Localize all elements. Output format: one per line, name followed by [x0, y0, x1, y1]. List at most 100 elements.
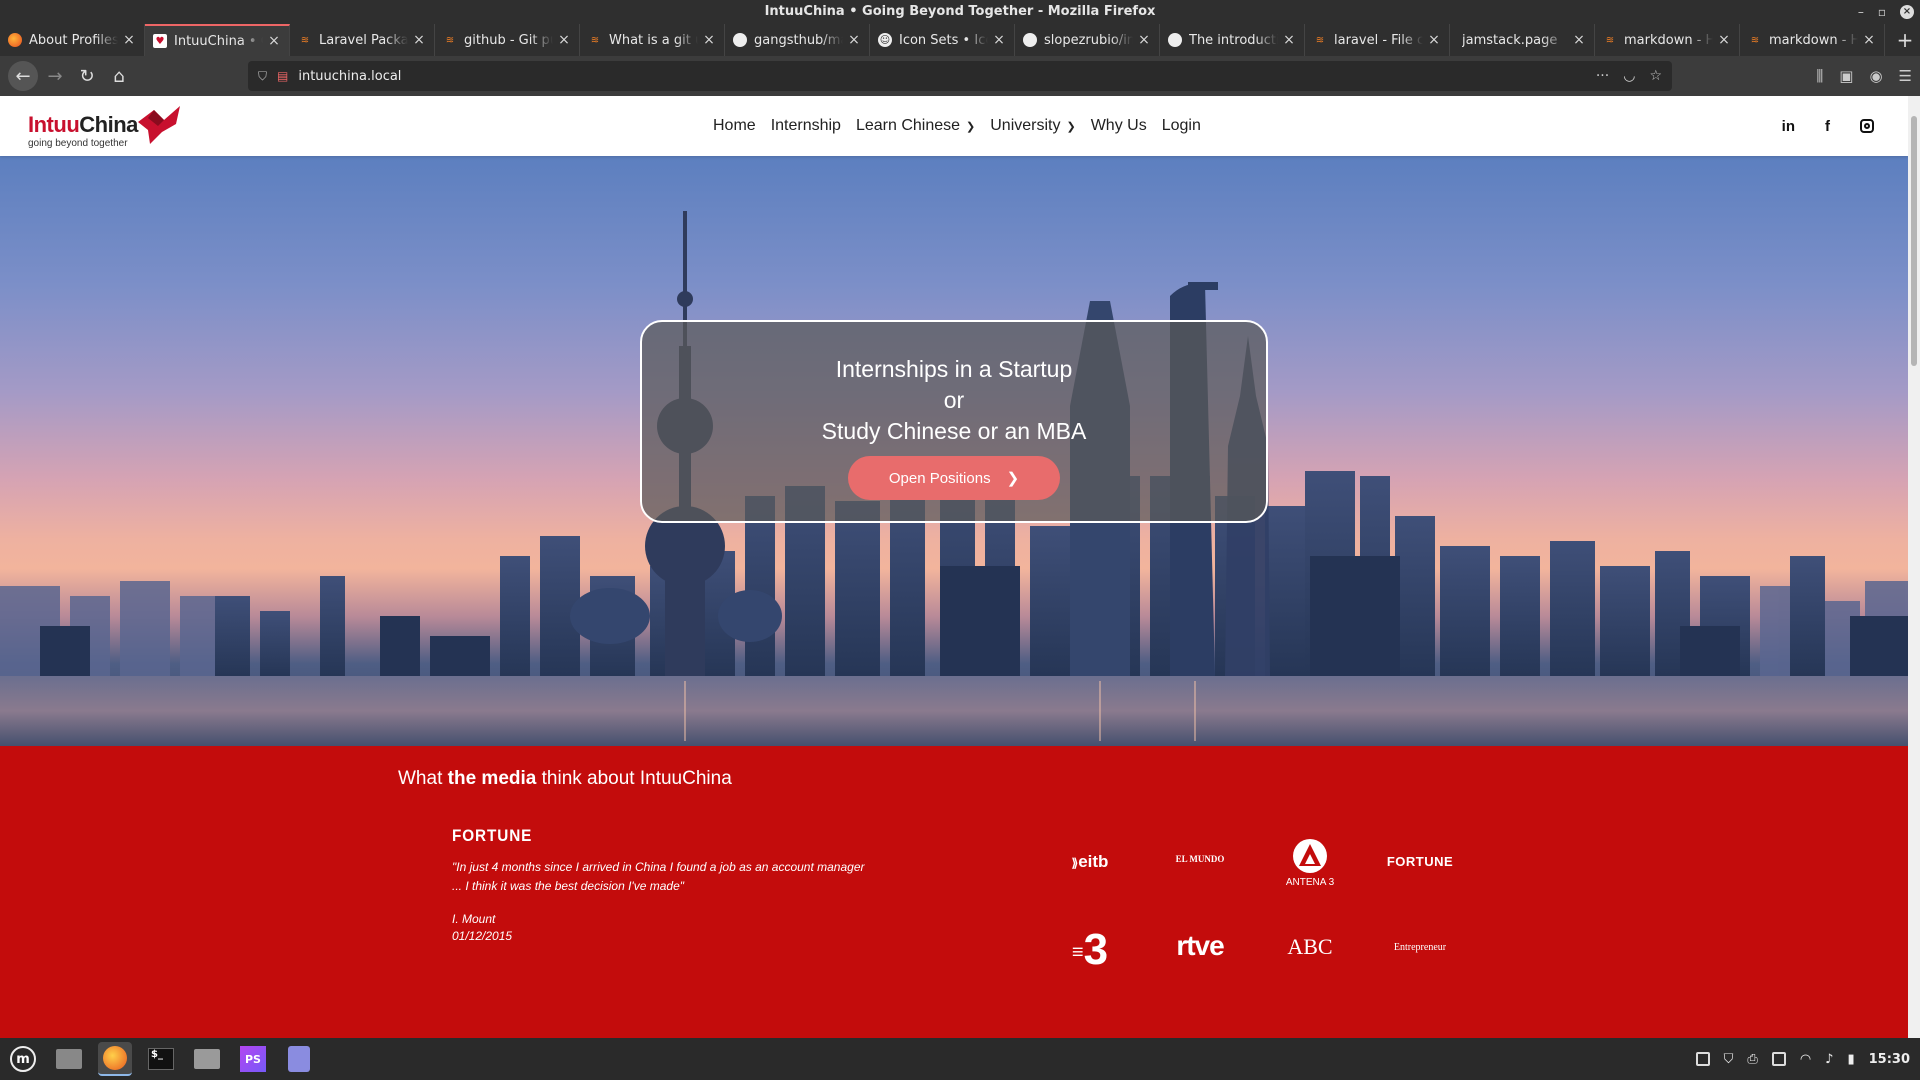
tab-label: IntuuChina • Going Beyond Together	[174, 33, 263, 49]
close-tab-icon[interactable]: ×	[557, 32, 571, 48]
tab-label: gangsthub/markdown	[754, 32, 843, 48]
bookmark-star-icon[interactable]: ☆	[1649, 68, 1662, 84]
entrepreneur-logo[interactable]: Entrepreneur	[1365, 942, 1475, 953]
abc-logo[interactable]: ABC	[1255, 934, 1365, 960]
browser-tab[interactable]: ≋ Laravel Package ×	[290, 24, 435, 56]
account-icon[interactable]: ◉	[1869, 67, 1882, 85]
browser-tab[interactable]: ≋ markdown - How ×	[1595, 24, 1740, 56]
tab-label: markdown - How	[1769, 32, 1858, 48]
linkedin-icon[interactable]: in	[1782, 118, 1795, 135]
nav-internship[interactable]: Internship	[771, 117, 841, 135]
scrollbar-thumb[interactable]	[1911, 116, 1917, 366]
intuuchina-logo[interactable]: IntuuChina going beyond together	[28, 104, 188, 150]
close-window-icon[interactable]: ×	[1900, 5, 1914, 19]
browser-tab[interactable]: ≋ markdown - How ×	[1740, 24, 1885, 56]
minimize-icon[interactable]: –	[1858, 0, 1864, 24]
logo-bird-icon	[138, 106, 180, 144]
nav-university[interactable]: University ❯	[990, 117, 1075, 135]
browser-tab[interactable]: ≋ What is a git upstream ×	[580, 24, 725, 56]
facebook-icon[interactable]: f	[1825, 118, 1830, 135]
clock[interactable]: 15:30	[1869, 1052, 1910, 1067]
toolbar-right: ⫼ ▣ ◉ ☰	[1816, 61, 1912, 91]
hero-line-1: Internships in a Startup	[835, 356, 1073, 382]
volume-icon[interactable]: ♪	[1825, 1052, 1833, 1067]
nav-learn-chinese[interactable]: Learn Chinese ❯	[856, 117, 975, 135]
github-icon	[1023, 33, 1037, 47]
nav-home[interactable]: Home	[713, 117, 756, 135]
stackoverflow-icon: ≋	[300, 34, 310, 46]
fortune-logo[interactable]: FORTUNE	[1365, 854, 1475, 869]
page-info-icon[interactable]: ▤	[277, 69, 288, 83]
close-tab-icon[interactable]: ×	[1137, 32, 1151, 48]
forward-icon[interactable]: →	[40, 61, 70, 91]
sidebar-icon[interactable]: ▣	[1839, 67, 1853, 85]
menu-icon[interactable]: ☰	[1899, 67, 1912, 85]
url-text[interactable]: intuuchina.local	[298, 69, 1582, 84]
nav-login[interactable]: Login	[1162, 117, 1201, 135]
hero-line-2: or	[943, 387, 965, 413]
browser-tab[interactable]: ≋ laravel - File cannot ×	[1305, 24, 1450, 56]
browser-tab[interactable]: gangsthub/markdown ×	[725, 24, 870, 56]
close-tab-icon[interactable]: ×	[702, 32, 716, 48]
url-bar[interactable]: ⛉ ▤ intuuchina.local ··· ◡ ☆	[248, 61, 1672, 91]
wifi-icon[interactable]: ◠	[1800, 1052, 1811, 1067]
stackoverflow-icon: ≋	[1750, 34, 1760, 46]
browser-tab[interactable]: ☺ Icon Sets • Iconify ×	[870, 24, 1015, 56]
tv3-logo[interactable]: ≡3	[1035, 928, 1145, 974]
mint-menu-icon[interactable]: m	[6, 1042, 40, 1076]
browser-tab-active[interactable]: ♥ IntuuChina • Going Beyond Together ×	[145, 24, 290, 56]
close-tab-icon[interactable]: ×	[122, 32, 136, 48]
home-icon[interactable]: ⌂	[104, 61, 134, 91]
shield-tray-icon[interactable]: ⛉	[1724, 1052, 1734, 1067]
browser-tab[interactable]: About Profiles ×	[0, 24, 145, 56]
tab-label: github - Git push	[464, 32, 553, 48]
close-tab-icon[interactable]: ×	[1717, 32, 1731, 48]
close-tab-icon[interactable]: ×	[847, 32, 861, 48]
phpstorm-icon[interactable]: PS	[236, 1042, 270, 1076]
firefox-icon[interactable]	[98, 1042, 132, 1076]
media-logos-grid: ⟫eitb EL MUNDO ANTENA 3 FORTUNE ≡3 rtve …	[1035, 838, 1475, 998]
printer-icon[interactable]: ⎙	[1747, 1052, 1757, 1067]
clipboard-icon[interactable]	[1695, 1052, 1710, 1066]
maximize-icon[interactable]: ▫	[1878, 0, 1886, 24]
elmundo-logo[interactable]: EL MUNDO	[1145, 854, 1255, 864]
browser-tab[interactable]: slopezrubio/intuuchina ×	[1015, 24, 1160, 56]
nav-why-us[interactable]: Why Us	[1091, 117, 1147, 135]
rtve-logo[interactable]: rtve	[1145, 930, 1255, 962]
terminal-icon[interactable]: $_	[144, 1042, 178, 1076]
new-tab-icon[interactable]: +	[1890, 24, 1920, 56]
close-tab-icon[interactable]: ×	[1282, 32, 1296, 48]
page-actions-icon[interactable]: ···	[1596, 68, 1609, 84]
tab-label: slopezrubio/intuuchina	[1044, 32, 1133, 48]
shield-icon[interactable]: ⛉	[258, 69, 267, 84]
browser-tab[interactable]: The introduction ×	[1160, 24, 1305, 56]
open-positions-label: Open Positions	[888, 469, 991, 487]
screenshot-icon[interactable]	[1771, 1052, 1786, 1066]
stackoverflow-icon: ≋	[1315, 34, 1325, 46]
close-tab-icon[interactable]: ×	[412, 32, 426, 48]
library-icon[interactable]: ⫼	[1816, 67, 1823, 85]
back-icon[interactable]: ←	[8, 61, 38, 91]
browser-tab[interactable]: jamstack.page ×	[1450, 24, 1595, 56]
files-icon[interactable]	[190, 1042, 224, 1076]
instagram-icon[interactable]	[1860, 119, 1874, 133]
close-tab-icon[interactable]: ×	[267, 33, 281, 49]
stackoverflow-icon: ≋	[445, 34, 455, 46]
open-positions-button[interactable]: Open Positions ❯	[848, 456, 1060, 500]
stackoverflow-icon: ≋	[1605, 34, 1615, 46]
eitb-logo[interactable]: ⟫eitb	[1035, 852, 1145, 872]
battery-icon[interactable]: ▮	[1847, 1052, 1854, 1067]
browser-tab[interactable]: ≋ github - Git push ×	[435, 24, 580, 56]
close-tab-icon[interactable]: ×	[992, 32, 1006, 48]
page-scrollbar[interactable]	[1908, 96, 1920, 1038]
pocket-icon[interactable]: ◡	[1623, 68, 1635, 84]
show-desktop-icon[interactable]	[52, 1042, 86, 1076]
reload-icon[interactable]: ↻	[72, 61, 102, 91]
close-tab-icon[interactable]: ×	[1862, 32, 1876, 48]
antena3-logo[interactable]: ANTENA 3	[1255, 838, 1365, 888]
close-tab-icon[interactable]: ×	[1572, 32, 1586, 48]
tab-label: About Profiles	[29, 32, 118, 48]
text-editor-icon[interactable]	[282, 1042, 316, 1076]
testimonial: FORTUNE "In just 4 months since I arrive…	[452, 826, 872, 943]
close-tab-icon[interactable]: ×	[1427, 32, 1441, 48]
